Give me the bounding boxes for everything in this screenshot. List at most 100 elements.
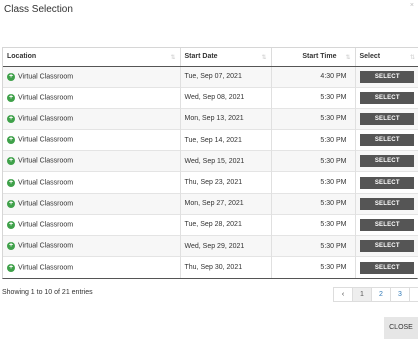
table-row: + Virtual Classroom Tue, Sep 14, 2021 5:30 …: [3, 129, 418, 151]
location-text: Virtual Classroom: [18, 200, 74, 208]
location-cell: + Virtual Classroom: [3, 129, 181, 151]
start-date-cell: Thu, Sep 23, 2021: [180, 171, 272, 194]
table-row: + Virtual Classroom Thu, Sep 23, 2021 5:30 …: [3, 171, 418, 194]
expand-row-icon[interactable]: +: [7, 220, 15, 229]
table-row: + Virtual Classroom Thu, Sep 30, 2021 5:30 …: [3, 256, 418, 278]
select-cell: SELECT: [355, 213, 418, 236]
column-label: Start Date: [184, 53, 218, 61]
location-cell: + Virtual Classroom: [3, 213, 181, 236]
table-row: + Virtual Classroom Wed, Sep 29, 2021 5:30 …: [3, 234, 418, 257]
column-header-location[interactable]: Location ⇅: [3, 48, 181, 67]
close-icon[interactable]: ×: [410, 2, 414, 9]
select-button[interactable]: SELECT: [360, 218, 415, 231]
location-text: Virtual Classroom: [18, 179, 74, 187]
start-time-cell: 5:30 PM: [271, 107, 356, 130]
expand-row-icon[interactable]: +: [7, 242, 15, 251]
select-cell: SELECT: [355, 129, 418, 151]
location-text: Virtual Classroom: [18, 157, 74, 165]
start-time-cell: 5:30 PM: [271, 213, 356, 236]
start-date-cell: Wed, Sep 29, 2021: [180, 234, 272, 257]
class-table: Location ⇅ Start Date ⇅ Start Time ⇅ Sel…: [2, 47, 418, 279]
select-button[interactable]: SELECT: [360, 176, 415, 189]
select-cell: SELECT: [355, 234, 418, 257]
start-date-cell: Wed, Sep 15, 2021: [180, 150, 272, 172]
table-row: + Virtual Classroom Tue, Sep 07, 2021 4:30 …: [3, 65, 418, 88]
select-button[interactable]: SELECT: [360, 134, 415, 147]
location-cell: + Virtual Classroom: [3, 192, 181, 215]
location-text: Virtual Classroom: [18, 242, 74, 250]
column-header-start-time[interactable]: Start Time ⇅: [271, 48, 356, 67]
expand-row-icon[interactable]: +: [7, 157, 15, 166]
page-button-3[interactable]: 3: [391, 288, 410, 301]
start-time-cell: 5:30 PM: [271, 256, 356, 278]
select-cell: SELECT: [355, 65, 418, 88]
expand-row-icon[interactable]: +: [7, 178, 15, 187]
expand-row-icon[interactable]: +: [7, 263, 15, 272]
location-cell: + Virtual Classroom: [3, 86, 181, 109]
table-row: + Virtual Classroom Mon, Sep 27, 2021 5:30 …: [3, 192, 418, 215]
expand-row-icon[interactable]: +: [7, 114, 15, 123]
sort-icon[interactable]: ⇅: [410, 54, 415, 61]
table-header-row: Location ⇅ Start Date ⇅ Start Time ⇅ Sel…: [3, 48, 418, 67]
page-button-2[interactable]: 2: [372, 288, 391, 301]
select-button[interactable]: SELECT: [360, 197, 415, 210]
select-button[interactable]: SELECT: [360, 112, 415, 125]
expand-row-icon[interactable]: +: [7, 199, 15, 208]
expand-row-icon[interactable]: +: [7, 93, 15, 102]
next-page-button[interactable]: ›: [410, 288, 418, 301]
column-label: Select: [359, 53, 381, 61]
start-time-cell: 5:30 PM: [271, 234, 356, 257]
select-button[interactable]: SELECT: [360, 155, 415, 168]
table-row: + Virtual Classroom Tue, Sep 28, 2021 5:30 …: [3, 213, 418, 236]
pagination: ‹ 1 2 3 ›: [333, 287, 418, 302]
location-text: Virtual Classroom: [18, 115, 74, 123]
select-button[interactable]: SELECT: [360, 91, 415, 104]
select-button[interactable]: SELECT: [360, 70, 415, 83]
location-cell: + Virtual Classroom: [3, 171, 181, 194]
location-text: Virtual Classroom: [18, 94, 74, 102]
column-header-start-date[interactable]: Start Date ⇅: [180, 48, 272, 67]
expand-row-icon[interactable]: +: [7, 136, 15, 145]
start-time-cell: 5:30 PM: [271, 171, 356, 194]
select-cell: SELECT: [355, 192, 418, 215]
select-cell: SELECT: [355, 107, 418, 130]
start-date-cell: Tue, Sep 07, 2021: [180, 65, 272, 88]
select-button[interactable]: SELECT: [360, 240, 415, 253]
start-date-cell: Tue, Sep 28, 2021: [180, 213, 272, 236]
sort-icon[interactable]: ⇅: [170, 54, 175, 61]
select-cell: SELECT: [355, 150, 418, 172]
table-row: + Virtual Classroom Mon, Sep 13, 2021 5:30 …: [3, 107, 418, 130]
location-cell: + Virtual Classroom: [3, 107, 181, 130]
select-cell: SELECT: [355, 171, 418, 194]
start-time-cell: 5:30 PM: [271, 129, 356, 151]
location-text: Virtual Classroom: [18, 136, 74, 144]
location-cell: + Virtual Classroom: [3, 234, 181, 257]
select-button[interactable]: SELECT: [360, 261, 415, 274]
sort-icon[interactable]: ⇅: [261, 54, 266, 61]
start-date-cell: Mon, Sep 27, 2021: [180, 192, 272, 215]
modal-title: Class Selection: [4, 4, 73, 15]
start-date-cell: Thu, Sep 30, 2021: [180, 256, 272, 278]
location-cell: + Virtual Classroom: [3, 65, 181, 88]
start-date-cell: Wed, Sep 08, 2021: [180, 86, 272, 109]
expand-row-icon[interactable]: +: [7, 72, 15, 81]
location-text: Virtual Classroom: [18, 264, 74, 272]
location-cell: + Virtual Classroom: [3, 150, 181, 172]
column-label: Location: [7, 53, 37, 61]
column-header-select[interactable]: Select ⇅: [355, 48, 418, 67]
close-button[interactable]: CLOSE: [384, 317, 418, 339]
page-button-1[interactable]: 1: [353, 288, 372, 301]
sort-icon[interactable]: ⇅: [345, 54, 350, 61]
entries-info: Showing 1 to 10 of 21 entries: [2, 289, 93, 296]
location-text: Virtual Classroom: [18, 221, 74, 229]
start-date-cell: Mon, Sep 13, 2021: [180, 107, 272, 130]
previous-page-button[interactable]: ‹: [334, 288, 353, 301]
start-time-cell: 5:30 PM: [271, 150, 356, 172]
table-row: + Virtual Classroom Wed, Sep 08, 2021 5:30 …: [3, 86, 418, 109]
location-cell: + Virtual Classroom: [3, 256, 181, 278]
table-row: + Virtual Classroom Wed, Sep 15, 2021 5:30 …: [3, 150, 418, 172]
select-cell: SELECT: [355, 256, 418, 278]
start-date-cell: Tue, Sep 14, 2021: [180, 129, 272, 151]
column-label: Start Time: [302, 53, 337, 61]
location-text: Virtual Classroom: [18, 73, 74, 81]
